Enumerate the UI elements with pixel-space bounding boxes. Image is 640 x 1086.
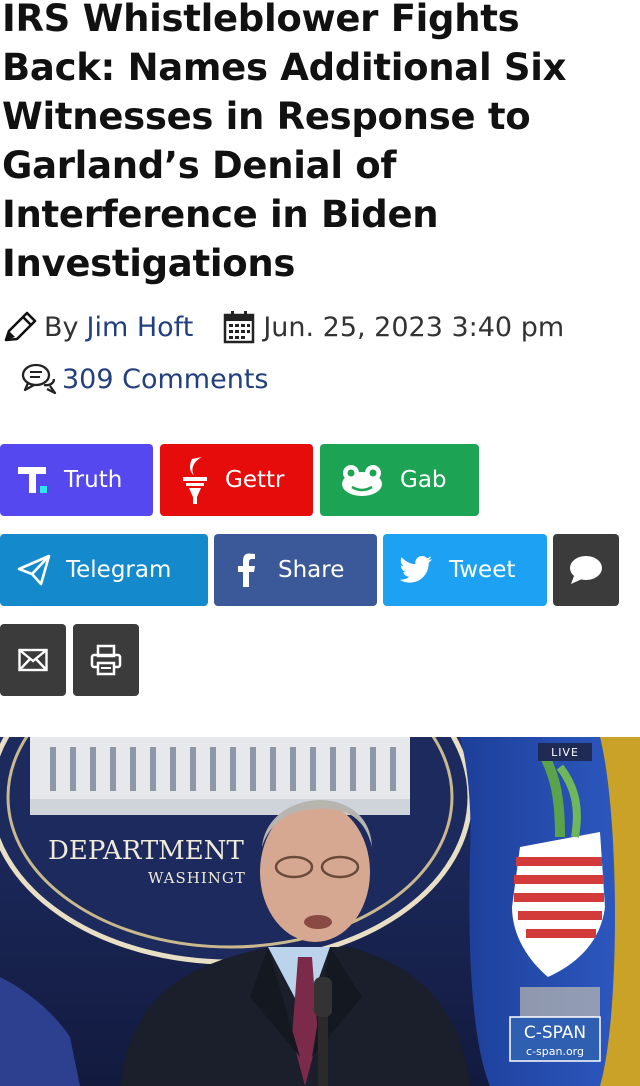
facebook-label: Share	[278, 557, 345, 583]
speech-bubbles-icon	[20, 362, 58, 396]
gab-share-button[interactable]: Gab	[320, 444, 479, 516]
article-photo: DEPARTMENT WASHINGT LIVE C-SPAN c-span.o…	[0, 737, 640, 1086]
twitter-share-button[interactable]: Tweet	[383, 534, 547, 606]
byline-row: By Jim Hoft Jun. 25, 2023 3:40 pm	[0, 310, 564, 344]
twitter-label: Tweet	[449, 557, 516, 583]
twitter-bird-icon	[399, 555, 433, 585]
gab-label: Gab	[400, 467, 447, 493]
facebook-icon	[236, 553, 256, 587]
sms-share-button[interactable]	[553, 534, 619, 606]
envelope-icon	[18, 648, 48, 672]
live-badge: LIVE	[551, 746, 579, 759]
seal-text-department: DEPARTMENT	[48, 836, 245, 866]
comments-row[interactable]: 309 Comments	[20, 362, 268, 396]
comments-link[interactable]: 309 Comments	[62, 364, 268, 395]
gettr-label: Gettr	[225, 467, 285, 493]
truth-share-button[interactable]: Truth	[0, 444, 153, 516]
email-share-button[interactable]	[0, 624, 66, 696]
pencil-icon	[2, 310, 38, 344]
calendar-icon	[223, 310, 255, 344]
article-title: IRS Whistleblower Fights Back: Names Add…	[2, 0, 567, 285]
cspan-url: c-span.org	[526, 1045, 584, 1058]
printer-icon	[90, 644, 122, 676]
facebook-share-button[interactable]: Share	[214, 534, 377, 606]
print-button[interactable]	[73, 624, 139, 696]
gab-frog-icon	[340, 462, 384, 498]
truth-label: Truth	[64, 467, 123, 493]
author-link[interactable]: Jim Hoft	[87, 312, 194, 343]
byline-prefix: By	[44, 311, 79, 343]
seal-text-washington: WASHINGT	[148, 869, 246, 887]
cspan-logo: C-SPAN	[524, 1023, 586, 1043]
press-conference-image: DEPARTMENT WASHINGT LIVE C-SPAN c-span.o…	[0, 737, 640, 1086]
telegram-share-button[interactable]: Telegram	[0, 534, 208, 606]
gettr-icon	[180, 455, 210, 505]
telegram-label: Telegram	[66, 557, 172, 583]
truth-social-icon	[16, 462, 52, 498]
gettr-share-button[interactable]: Gettr	[160, 444, 313, 516]
publish-date: Jun. 25, 2023 3:40 pm	[263, 311, 565, 343]
paper-plane-icon	[16, 552, 52, 588]
chat-bubble-icon	[568, 554, 604, 586]
